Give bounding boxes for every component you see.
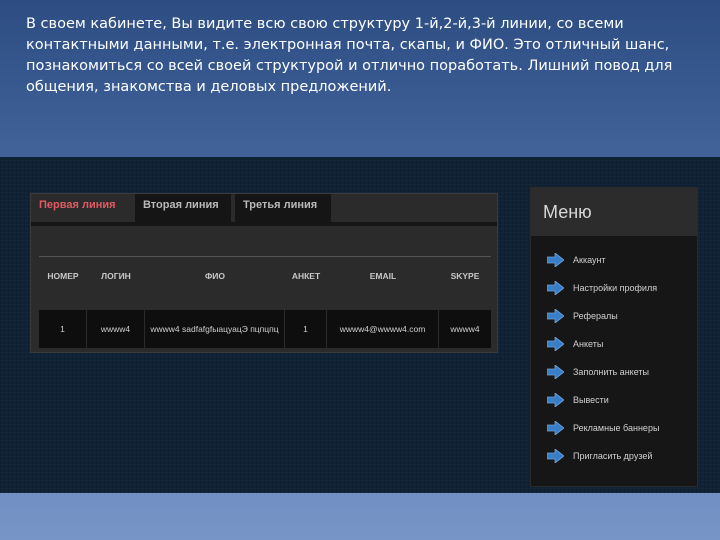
table-row[interactable]: 1 wwww4 wwww4 sadfafgfыацуацЭ пцпцпц 1 w…	[39, 310, 491, 348]
menu-item-banners[interactable]: Рекламные баннеры	[531, 414, 697, 442]
col-forms: АНКЕТ	[291, 271, 321, 281]
menu-list: Аккаунт Настройки профиля Рефералы Анкет…	[531, 246, 697, 470]
menu-title: Меню	[531, 188, 697, 236]
menu-item-withdraw[interactable]: Вывести	[531, 386, 697, 414]
menu-item-referrals[interactable]: Рефералы	[531, 302, 697, 330]
table-divider	[39, 256, 491, 257]
cell-number: 1	[39, 310, 87, 348]
menu-item-label: Пригласить друзей	[573, 451, 653, 461]
menu-item-label: Анкеты	[573, 339, 604, 349]
arrow-right-icon	[547, 281, 564, 295]
menu-item-fill-forms[interactable]: Заполнить анкеты	[531, 358, 697, 386]
menu-item-label: Заполнить анкеты	[573, 367, 649, 377]
intro-line-3: познакомиться со всей своей структурой и…	[26, 58, 673, 74]
cabinet-screenshot: Первая линия Вторая линия Третья линия Н…	[0, 157, 720, 493]
arrow-right-icon	[547, 449, 564, 463]
menu-item-label: Настройки профиля	[573, 283, 658, 293]
menu-item-account[interactable]: Аккаунт	[531, 246, 697, 274]
cell-skype: wwww4	[450, 324, 480, 334]
intro-line-1: В своем кабинете, Вы видите всю свою стр…	[26, 16, 624, 32]
table-header: НОМЕР ЛОГИН ФИО АНКЕТ EMAIL SKYPE	[39, 266, 491, 286]
arrow-right-icon	[547, 253, 564, 267]
line-tabs: Первая линия Вторая линия Третья линия	[31, 194, 497, 222]
intro-text: В своем кабинете, Вы видите всю свою стр…	[26, 14, 706, 98]
col-login: ЛОГИН	[101, 271, 131, 281]
menu-item-label: Рекламные баннеры	[573, 423, 660, 433]
menu-item-label: Рефералы	[573, 311, 618, 321]
tab-third-line[interactable]: Третья линия	[235, 194, 331, 222]
structure-panel: Первая линия Вторая линия Третья линия Н…	[30, 193, 498, 353]
cell-forms: 1	[285, 310, 327, 348]
col-skype: SKYPE	[450, 271, 480, 281]
arrow-right-icon	[547, 421, 564, 435]
menu-item-forms[interactable]: Анкеты	[531, 330, 697, 358]
arrow-right-icon	[547, 365, 564, 379]
intro-line-2: контактными данными, т.е. электронная по…	[26, 37, 670, 53]
structure-table: НОМЕР ЛОГИН ФИО АНКЕТ EMAIL SKYPE 1 wwww…	[39, 256, 491, 348]
arrow-right-icon	[547, 393, 564, 407]
arrow-right-icon	[547, 309, 564, 323]
cell-fullname: wwww4 sadfafgfыацуацЭ пцпцпц	[145, 310, 285, 348]
menu-item-invite-friends[interactable]: Пригласить друзей	[531, 442, 697, 470]
menu-item-label: Вывести	[573, 395, 609, 405]
intro-line-4: общения, знакомства и деловых предложени…	[26, 79, 392, 95]
menu-item-profile-settings[interactable]: Настройки профиля	[531, 274, 697, 302]
tab-first-line[interactable]: Первая линия	[31, 194, 133, 222]
cell-email[interactable]: wwww4@wwww4.com	[327, 310, 439, 348]
sidebar-menu: Меню Аккаунт Настройки профиля Рефералы …	[530, 187, 698, 487]
col-number: НОМЕР	[47, 271, 79, 281]
col-email: EMAIL	[369, 271, 397, 281]
menu-item-label: Аккаунт	[573, 255, 606, 265]
col-fullname: ФИО	[205, 271, 225, 281]
arrow-right-icon	[547, 337, 564, 351]
tab-strip	[31, 222, 497, 226]
cell-login: wwww4	[87, 310, 145, 348]
tab-second-line[interactable]: Вторая линия	[135, 194, 231, 222]
